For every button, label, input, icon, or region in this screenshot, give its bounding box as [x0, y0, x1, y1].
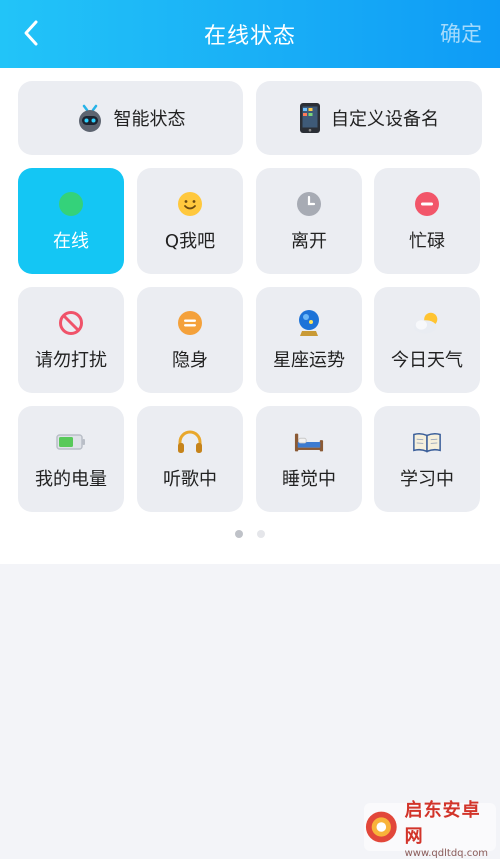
robot-icon — [76, 103, 104, 133]
status-label: 在线 — [53, 227, 89, 253]
page-dot-active[interactable] — [235, 530, 243, 538]
status-online-tile[interactable]: 在线 — [18, 168, 124, 274]
status-busy-tile[interactable]: 忙碌 — [374, 168, 480, 274]
status-invisible-tile[interactable]: 隐身 — [137, 287, 243, 393]
battery-icon — [56, 432, 86, 452]
status-horoscope-tile[interactable]: 星座运势 — [256, 287, 362, 393]
status-label: Q我吧 — [165, 227, 215, 253]
status-label: 星座运势 — [273, 346, 345, 372]
bed-icon — [294, 430, 324, 454]
status-label: 今日天气 — [391, 346, 463, 372]
phone-icon — [299, 102, 321, 134]
weather-icon — [412, 310, 442, 336]
clock-icon — [296, 191, 322, 217]
online-dot-icon — [58, 191, 84, 217]
page-indicator — [0, 530, 500, 538]
status-sleeping-tile[interactable]: 睡觉中 — [256, 406, 362, 512]
status-label: 听歌中 — [163, 465, 217, 491]
status-label: 请勿打扰 — [35, 346, 107, 372]
confirm-button[interactable]: 确定 — [440, 18, 482, 48]
status-label: 忙碌 — [409, 227, 445, 253]
smart-status-label: 智能状态 — [114, 105, 186, 131]
smart-status-card[interactable]: 智能状态 — [18, 81, 243, 155]
custom-device-name-label: 自定义设备名 — [331, 105, 439, 131]
status-away-tile[interactable]: 离开 — [256, 168, 362, 274]
status-weather-tile[interactable]: 今日天气 — [374, 287, 480, 393]
do-not-disturb-icon — [58, 310, 84, 336]
site-watermark: 启东安卓网 www.qdltdq.com — [364, 803, 496, 851]
status-studying-tile[interactable]: 学习中 — [374, 406, 480, 512]
invisible-icon — [177, 310, 203, 336]
status-label: 睡觉中 — [282, 465, 336, 491]
status-label: 学习中 — [400, 465, 454, 491]
busy-icon — [414, 191, 440, 217]
book-icon — [412, 430, 442, 454]
status-listening-tile[interactable]: 听歌中 — [137, 406, 243, 512]
headphones-icon — [176, 428, 204, 456]
status-q-me-tile[interactable]: Q我吧 — [137, 168, 243, 274]
status-panel: 智能状态 自定义设备名 在线 Q我吧 — [0, 68, 500, 564]
status-label: 我的电量 — [35, 465, 107, 491]
watermark-title: 启东安卓网 — [405, 796, 496, 848]
header-bar: 在线状态 确定 — [0, 0, 500, 68]
status-dnd-tile[interactable]: 请勿打扰 — [18, 287, 124, 393]
status-label: 隐身 — [172, 346, 208, 372]
custom-device-name-card[interactable]: 自定义设备名 — [256, 81, 482, 155]
crystal-ball-icon — [296, 308, 322, 338]
page-dot[interactable] — [257, 530, 265, 538]
smiley-icon — [177, 191, 203, 217]
watermark-logo-icon — [364, 809, 399, 845]
status-label: 离开 — [291, 227, 327, 253]
page-title: 在线状态 — [0, 18, 500, 50]
status-battery-tile[interactable]: 我的电量 — [18, 406, 124, 512]
